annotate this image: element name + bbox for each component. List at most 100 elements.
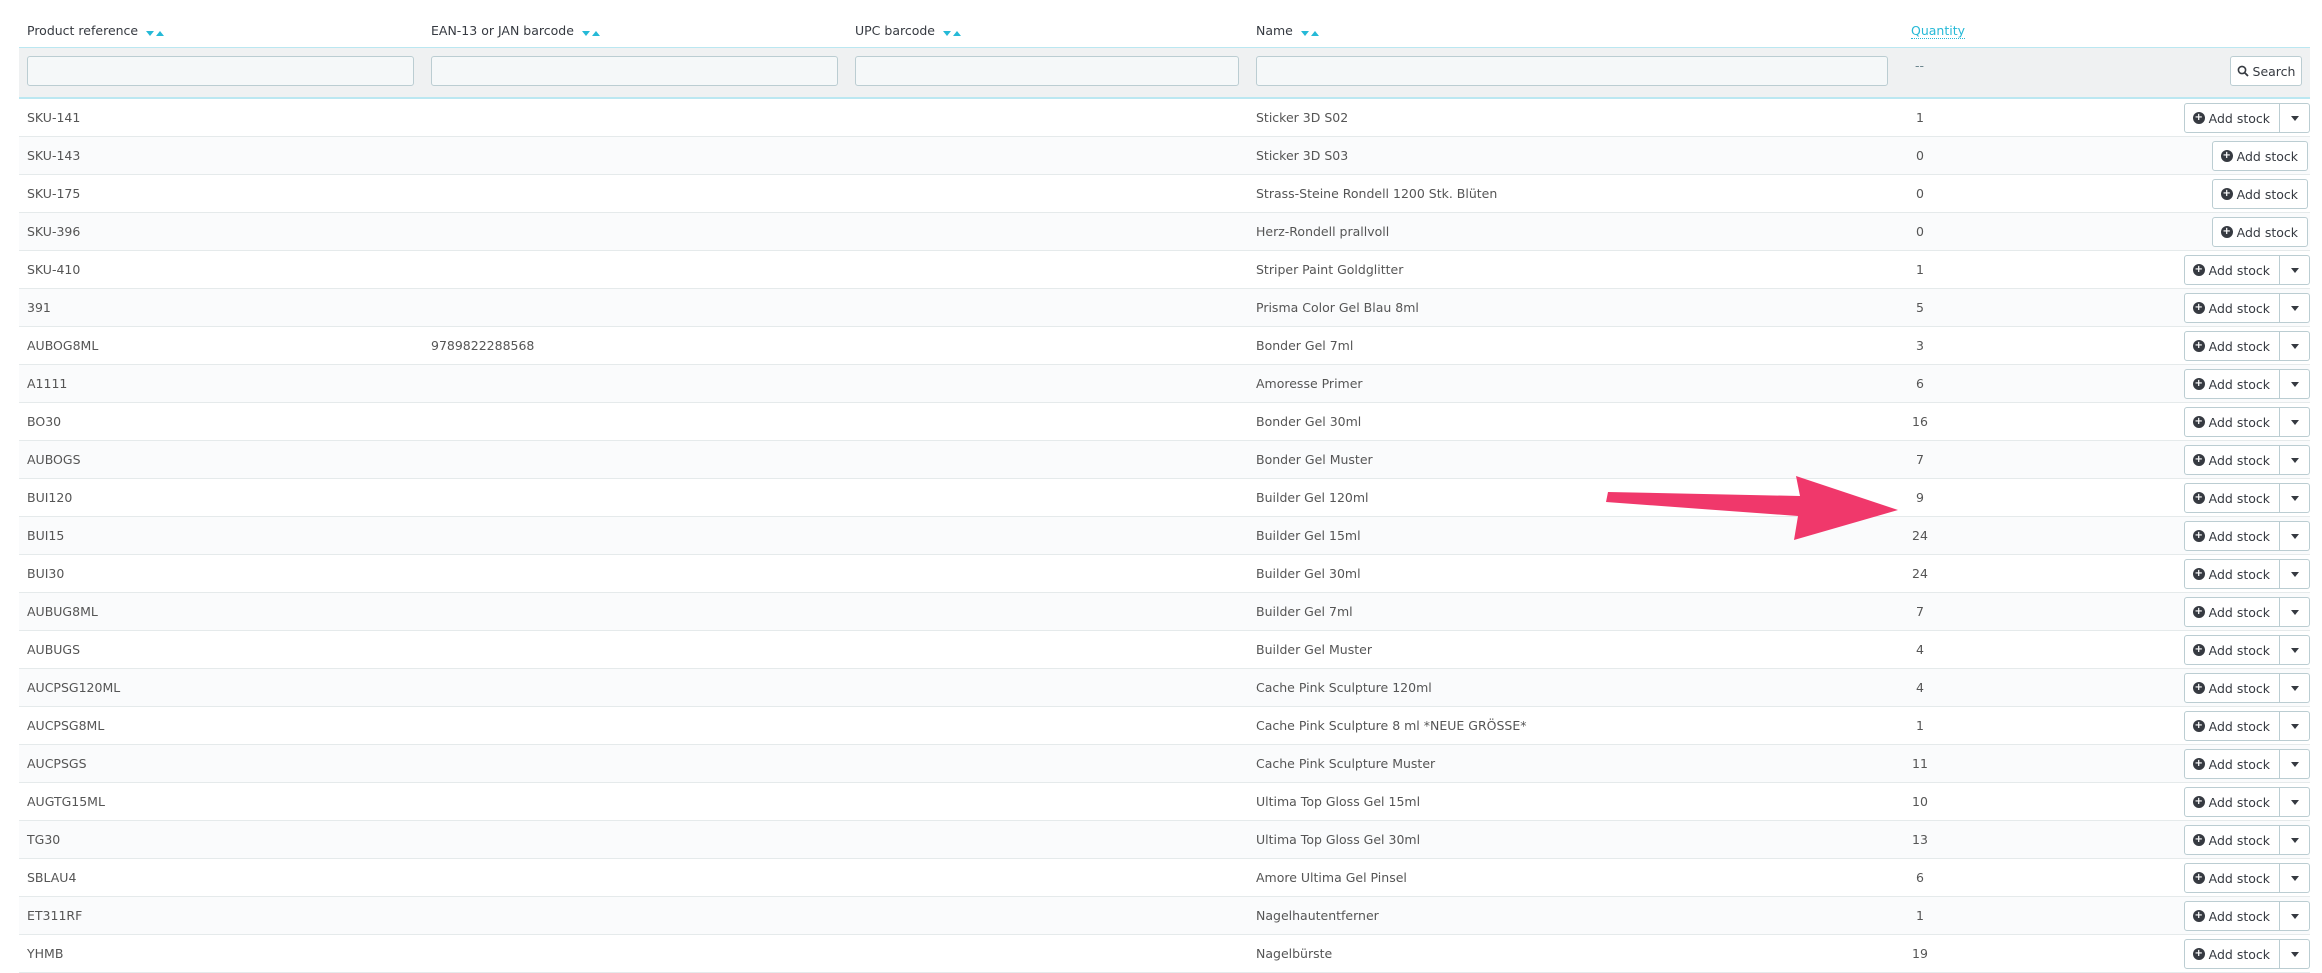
table-row[interactable]: BO30 Bonder Gel 30ml 16 + Add stock <box>19 403 2310 441</box>
dropdown-toggle-button[interactable] <box>2280 407 2310 437</box>
filter-ref-input[interactable] <box>27 56 414 86</box>
column-header-name[interactable]: Name <box>1256 22 1321 40</box>
dropdown-toggle-button[interactable] <box>2280 483 2310 513</box>
table-row[interactable]: BUI15 Builder Gel 15ml 24 + Add stock <box>19 517 2310 555</box>
dropdown-toggle-button[interactable] <box>2280 331 2310 361</box>
dropdown-toggle-button[interactable] <box>2280 711 2310 741</box>
add-stock-button[interactable]: + Add stock <box>2183 483 2280 513</box>
add-stock-button[interactable]: + Add stock <box>2183 407 2280 437</box>
dropdown-toggle-button[interactable] <box>2280 255 2310 285</box>
add-stock-button[interactable]: + Add stock <box>2211 179 2308 209</box>
dropdown-toggle-button[interactable] <box>2280 445 2310 475</box>
table-row[interactable]: AUBUGS Builder Gel Muster 4 + Add stock <box>19 631 2310 669</box>
dropdown-toggle-button[interactable] <box>2280 863 2310 893</box>
dropdown-toggle-button[interactable] <box>2280 597 2310 627</box>
product-reference: BUI120 <box>27 490 73 505</box>
add-stock-button[interactable]: + Add stock <box>2183 787 2280 817</box>
product-reference: A1111 <box>27 376 68 391</box>
table-row[interactable]: TG30 Ultima Top Gloss Gel 30ml 13 + Add stoc… <box>19 821 2310 859</box>
search-icon <box>2237 65 2249 77</box>
add-stock-button[interactable]: + Add stock <box>2183 369 2280 399</box>
add-stock-button[interactable]: + Add stock <box>2183 635 2280 665</box>
dropdown-toggle-button[interactable] <box>2280 787 2310 817</box>
table-row[interactable]: BUI120 Builder Gel 120ml 9 + Add stock <box>19 479 2310 517</box>
table-row[interactable]: AUBUG8ML Builder Gel 7ml 7 + Add stock <box>19 593 2310 631</box>
column-header-upc[interactable]: UPC barcode <box>855 22 963 40</box>
sort-icon[interactable] <box>942 23 963 40</box>
table-row[interactable]: ET311RF Nagelhautentferner 1 + Add stock <box>19 897 2310 935</box>
table-row[interactable]: A1111 Amoresse Primer 6 + Add stock <box>19 365 2310 403</box>
dropdown-toggle-button[interactable] <box>2280 559 2310 589</box>
add-stock-group: + Add stock <box>2183 331 2310 361</box>
add-stock-button[interactable]: + Add stock <box>2183 863 2280 893</box>
caret-down-icon <box>2290 381 2299 387</box>
add-stock-group: + Add stock <box>2211 141 2308 171</box>
table-row[interactable]: AUBOGS Bonder Gel Muster 7 + Add stock <box>19 441 2310 479</box>
column-header-quantity[interactable]: Quantity <box>1911 22 1966 39</box>
add-stock-button[interactable]: + Add stock <box>2183 825 2280 855</box>
filter-row: -- Search <box>19 47 2310 99</box>
table-row[interactable]: YHMB Nagelbürste 19 + Add stock <box>19 935 2310 973</box>
dropdown-toggle-button[interactable] <box>2280 749 2310 779</box>
add-stock-button[interactable]: + Add stock <box>2211 141 2308 171</box>
table-row[interactable]: AUCPSG120ML Cache Pink Sculpture 120ml 4 + A… <box>19 669 2310 707</box>
dropdown-toggle-button[interactable] <box>2280 521 2310 551</box>
column-header-ref[interactable]: Product reference <box>27 22 166 40</box>
dropdown-toggle-button[interactable] <box>2280 103 2310 133</box>
add-stock-button[interactable]: + Add stock <box>2183 331 2280 361</box>
add-stock-button[interactable]: + Add stock <box>2183 673 2280 703</box>
quantity-value: 1 <box>1916 262 1924 277</box>
dropdown-toggle-button[interactable] <box>2280 635 2310 665</box>
add-stock-button[interactable]: + Add stock <box>2183 521 2280 551</box>
add-stock-button[interactable]: + Add stock <box>2183 749 2280 779</box>
table-row[interactable]: SKU-141 Sticker 3D S02 1 + Add stock <box>19 99 2310 137</box>
dropdown-toggle-button[interactable] <box>2280 901 2310 931</box>
table-row[interactable]: SKU-143 Sticker 3D S03 0 + Add stock <box>19 137 2310 175</box>
add-stock-group: + Add stock <box>2183 635 2310 665</box>
quantity-value: 6 <box>1916 376 1924 391</box>
add-stock-label: Add stock <box>2208 642 2270 658</box>
add-stock-label: Add stock <box>2208 566 2270 582</box>
caret-down-icon <box>2290 837 2299 843</box>
filter-ean-input[interactable] <box>431 56 838 86</box>
dropdown-toggle-button[interactable] <box>2280 293 2310 323</box>
quantity-value: 1 <box>1916 110 1924 125</box>
sort-icon[interactable] <box>581 23 602 40</box>
quantity-value: 1 <box>1916 718 1924 733</box>
product-name: Striper Paint Goldglitter <box>1256 262 1404 277</box>
add-stock-button[interactable]: + Add stock <box>2183 255 2280 285</box>
search-button[interactable]: Search <box>2230 56 2302 86</box>
table-row[interactable]: BUI30 Builder Gel 30ml 24 + Add stock <box>19 555 2310 593</box>
table-row[interactable]: AUBOG8ML 9789822288568 Bonder Gel 7ml 3 + Add… <box>19 327 2310 365</box>
table-row[interactable]: SBLAU4 Amore Ultima Gel Pinsel 6 + Add stock <box>19 859 2310 897</box>
table-row[interactable]: AUGTG15ML Ultima Top Gloss Gel 15ml 10 + Add… <box>19 783 2310 821</box>
add-stock-button[interactable]: + Add stock <box>2183 597 2280 627</box>
add-stock-label: Add stock <box>2208 300 2270 316</box>
dropdown-toggle-button[interactable] <box>2280 369 2310 399</box>
add-stock-button[interactable]: + Add stock <box>2183 293 2280 323</box>
table-row[interactable]: SKU-396 Herz-Rondell prallvoll 0 + Add stock <box>19 213 2310 251</box>
add-stock-button[interactable]: + Add stock <box>2183 711 2280 741</box>
table-row[interactable]: AUCPSGS Cache Pink Sculpture Muster 11 + Add… <box>19 745 2310 783</box>
add-stock-button[interactable]: + Add stock <box>2183 445 2280 475</box>
column-header-ean[interactable]: EAN-13 or JAN barcode <box>431 22 602 40</box>
filter-upc-input[interactable] <box>855 56 1239 86</box>
add-stock-button[interactable]: + Add stock <box>2183 901 2280 931</box>
add-stock-button[interactable]: + Add stock <box>2183 103 2280 133</box>
table-row[interactable]: SKU-410 Striper Paint Goldglitter 1 + Add st… <box>19 251 2310 289</box>
filter-name-input[interactable] <box>1256 56 1888 86</box>
table-row[interactable]: SKU-175 Strass-Steine Rondell 1200 Stk. B… <box>19 175 2310 213</box>
table-row[interactable]: 391 Prisma Color Gel Blau 8ml 5 + Add stock <box>19 289 2310 327</box>
add-stock-group: + Add stock <box>2183 711 2310 741</box>
sort-icon[interactable] <box>1300 23 1321 40</box>
table-row[interactable]: AUCPSG8ML Cache Pink Sculpture 8 ml *NEUE… <box>19 707 2310 745</box>
sort-icon[interactable] <box>146 23 166 40</box>
plus-circle-icon: + <box>2192 416 2205 428</box>
product-name: Nagelhautentferner <box>1256 908 1379 923</box>
caret-down-icon <box>2290 951 2299 957</box>
dropdown-toggle-button[interactable] <box>2280 825 2310 855</box>
add-stock-button[interactable]: + Add stock <box>2183 559 2280 589</box>
product-name: Bonder Gel Muster <box>1256 452 1373 467</box>
dropdown-toggle-button[interactable] <box>2280 673 2310 703</box>
add-stock-button[interactable]: + Add stock <box>2211 217 2308 247</box>
